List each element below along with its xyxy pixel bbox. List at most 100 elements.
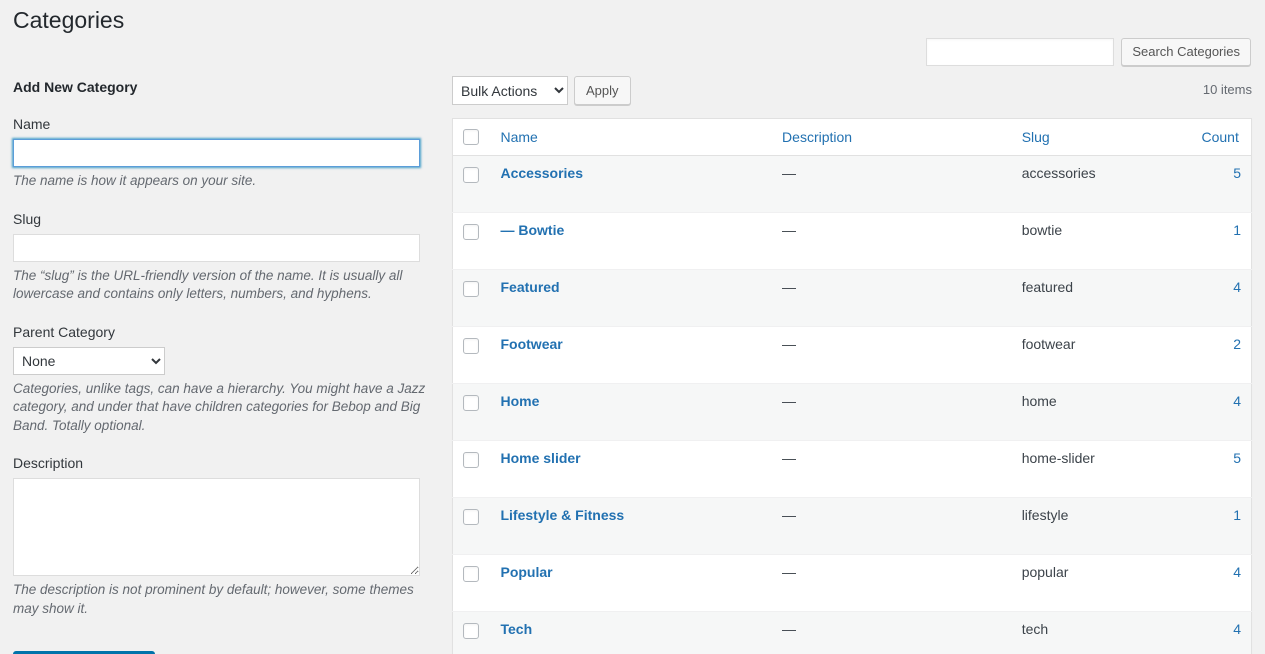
row-description-cell: — xyxy=(772,554,1012,612)
column-header-name[interactable]: Name xyxy=(490,118,773,157)
column-header-count[interactable]: Count xyxy=(1191,118,1252,157)
category-description: — xyxy=(782,450,797,467)
category-count-link[interactable]: 4 xyxy=(1233,621,1241,637)
table-row: Home slider — home-slider 5 xyxy=(452,440,1252,498)
category-count-link[interactable]: 4 xyxy=(1233,279,1241,295)
description-label: Description xyxy=(13,455,84,471)
category-description: — xyxy=(782,393,797,410)
name-help-text: The name is how it appears on your site. xyxy=(13,173,257,188)
row-name-cell: Popular xyxy=(490,554,773,612)
table-body: Accessories — accessories 5 — Bowtie — bowtie 1… xyxy=(452,155,1252,654)
row-count-cell: 1 xyxy=(1191,497,1252,555)
row-slug-cell: featured xyxy=(1011,269,1192,327)
category-name-link[interactable]: Home slider xyxy=(500,450,580,466)
displaying-num: 10 items xyxy=(1202,82,1252,97)
parent-category-label: Parent Category xyxy=(13,323,115,340)
row-description-cell: — xyxy=(772,497,1012,555)
category-description: — xyxy=(782,336,797,353)
category-name-link[interactable]: Footwear xyxy=(500,336,562,352)
description-help-text: The description is not prominent by defa… xyxy=(13,582,414,616)
category-count-link[interactable]: 5 xyxy=(1233,450,1241,466)
row-count-cell: 5 xyxy=(1191,440,1252,498)
row-checkbox[interactable] xyxy=(463,394,479,411)
category-name-link[interactable]: Home xyxy=(500,393,539,409)
row-slug-cell: popular xyxy=(1011,554,1192,612)
slug-help-text: The “slug” is the URL-friendly version o… xyxy=(13,267,403,302)
category-count-link[interactable]: 4 xyxy=(1233,393,1241,409)
name-field-group: Name The name is how it appears on your … xyxy=(13,115,433,191)
column-header-slug-link[interactable]: Slug xyxy=(1022,129,1050,145)
row-checkbox[interactable] xyxy=(463,280,479,297)
slug-label: Slug xyxy=(13,210,42,227)
category-count-link[interactable]: 5 xyxy=(1233,165,1241,181)
description-textarea[interactable] xyxy=(13,478,420,576)
search-categories-button[interactable]: Search Categories xyxy=(1121,38,1251,66)
row-checkbox[interactable] xyxy=(463,565,479,582)
parent-category-select[interactable]: None xyxy=(13,346,165,375)
column-header-name-link[interactable]: Name xyxy=(500,129,537,145)
row-checkbox[interactable] xyxy=(463,451,479,468)
row-description-cell: — xyxy=(772,326,1012,384)
row-slug-cell: bowtie xyxy=(1011,212,1192,270)
search-input[interactable] xyxy=(926,38,1115,66)
slug-input[interactable] xyxy=(13,233,420,262)
row-select-cell xyxy=(452,611,491,654)
row-checkbox[interactable] xyxy=(463,223,479,240)
category-count-link[interactable]: 1 xyxy=(1233,507,1241,523)
row-description-cell: — xyxy=(772,383,1012,441)
row-count-cell: 4 xyxy=(1191,611,1252,654)
row-select-cell xyxy=(452,155,491,213)
table-row: Lifestyle & Fitness — lifestyle 1 xyxy=(452,497,1252,555)
apply-button[interactable]: Apply xyxy=(574,76,631,105)
row-name-cell: Accessories xyxy=(490,155,773,213)
column-header-slug[interactable]: Slug xyxy=(1011,118,1192,157)
table-row: Home — home 4 xyxy=(452,383,1252,441)
row-checkbox[interactable] xyxy=(463,166,479,183)
page-title: Categories xyxy=(13,7,125,33)
row-name-cell: Footwear xyxy=(490,326,773,384)
name-input[interactable] xyxy=(13,139,420,167)
select-all-checkbox[interactable] xyxy=(463,129,479,146)
add-new-category-form: Add New Category Name The name is how it… xyxy=(13,78,433,654)
row-checkbox[interactable] xyxy=(463,622,479,639)
category-count-link[interactable]: 2 xyxy=(1233,336,1241,352)
table-navigation-top: Bulk Actions Apply 10 items xyxy=(452,76,1252,108)
category-description: — xyxy=(782,564,797,581)
category-slug: bowtie xyxy=(1021,222,1063,239)
row-select-cell xyxy=(452,326,491,384)
category-slug: footwear xyxy=(1021,336,1076,353)
category-name-link[interactable]: Popular xyxy=(500,564,552,580)
row-slug-cell: footwear xyxy=(1011,326,1192,384)
row-description-cell: — xyxy=(772,440,1012,498)
row-checkbox[interactable] xyxy=(463,337,479,354)
table-row: — Bowtie — bowtie 1 xyxy=(452,212,1252,270)
category-count-link[interactable]: 1 xyxy=(1233,222,1241,238)
category-description: — xyxy=(782,279,797,296)
category-name-link[interactable]: Lifestyle & Fitness xyxy=(500,507,624,523)
parent-category-field-group: Parent Category None Categories, unlike … xyxy=(13,323,433,436)
row-description-cell: — xyxy=(772,611,1012,654)
category-slug: home-slider xyxy=(1021,450,1095,467)
row-count-cell: 4 xyxy=(1191,383,1252,441)
bulk-actions-group: Bulk Actions Apply xyxy=(452,76,631,105)
form-heading: Add New Category xyxy=(13,79,138,95)
category-count-link[interactable]: 4 xyxy=(1233,564,1241,580)
category-name-link[interactable]: Accessories xyxy=(500,165,583,181)
category-name-link[interactable]: Featured xyxy=(500,279,559,295)
row-description-cell: — xyxy=(772,155,1012,213)
row-checkbox[interactable] xyxy=(463,508,479,525)
row-name-cell: Home xyxy=(490,383,773,441)
description-field-group: Description The description is not promi… xyxy=(13,454,433,618)
row-count-cell: 4 xyxy=(1191,554,1252,612)
row-name-cell: Tech xyxy=(490,611,773,654)
category-name-link[interactable]: Tech xyxy=(500,621,532,637)
bulk-actions-select[interactable]: Bulk Actions xyxy=(452,76,568,105)
column-header-description-link[interactable]: Description xyxy=(782,129,852,145)
category-description: — xyxy=(782,507,797,524)
category-name-link[interactable]: — Bowtie xyxy=(500,222,564,238)
search-box: Search Categories xyxy=(926,38,1251,66)
column-header-description[interactable]: Description xyxy=(772,118,1012,157)
column-header-count-link[interactable]: Count xyxy=(1201,129,1238,145)
category-slug: lifestyle xyxy=(1021,507,1069,524)
category-slug: accessories xyxy=(1021,165,1096,182)
